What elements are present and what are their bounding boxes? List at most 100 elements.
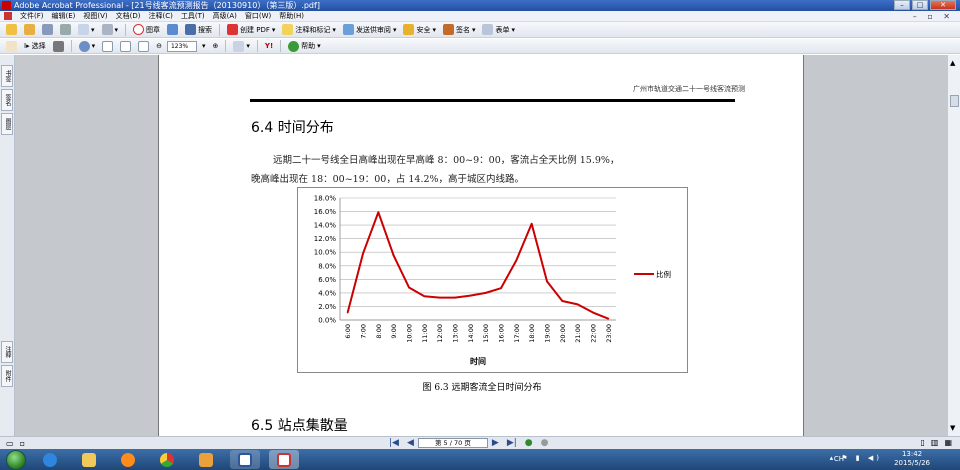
- organizer-button[interactable]: [22, 23, 37, 36]
- y-tick-label: 14.0%: [314, 222, 337, 230]
- menu-advanced[interactable]: 高级(A): [213, 11, 237, 21]
- menu-tools[interactable]: 工具(T): [181, 11, 205, 21]
- create-pdf-button[interactable]: 创建 PDF ▾: [225, 23, 277, 36]
- help-button[interactable]: 帮助 ▾: [286, 40, 323, 53]
- select-label: 选择: [31, 42, 46, 50]
- actual-size-button[interactable]: [100, 40, 115, 53]
- x-axis-title: 时间: [470, 356, 486, 366]
- menu-comments[interactable]: 注释(C): [149, 11, 173, 21]
- menu-view[interactable]: 视图(V): [83, 11, 107, 21]
- fit-page-button[interactable]: [118, 40, 133, 53]
- language-indicator[interactable]: CH: [834, 455, 844, 463]
- figure-caption: 图 6.3 远期客流全日时间分布: [422, 383, 542, 393]
- taskbar-media-player[interactable]: [113, 450, 143, 469]
- y-tick-label: 12.0%: [314, 235, 337, 243]
- next-view-button[interactable]: ●: [541, 438, 549, 448]
- printer-icon: [60, 24, 71, 35]
- menu-window[interactable]: 窗口(W): [245, 11, 271, 21]
- start-button[interactable]: [6, 449, 26, 470]
- sign-button[interactable]: 签名 ▾: [441, 23, 478, 36]
- previous-view-button[interactable]: ●: [525, 438, 533, 448]
- x-tick-label: 10:00: [406, 324, 414, 343]
- taskbar-word[interactable]: [230, 450, 260, 469]
- facing-layout-button[interactable]: ▦: [944, 438, 952, 447]
- menu-document[interactable]: 文档(D): [116, 11, 141, 21]
- menu-file[interactable]: 文件(F): [20, 11, 44, 21]
- zoom-tool-button[interactable]: ▾: [77, 40, 98, 53]
- layers-tab[interactable]: 图层: [1, 113, 13, 135]
- graphic-button[interactable]: 图章: [131, 23, 162, 36]
- x-tick-label: 23:00: [605, 324, 613, 343]
- zoom-in-button[interactable]: ⊕: [210, 40, 220, 53]
- find-button[interactable]: [165, 23, 180, 36]
- save-button[interactable]: [40, 23, 55, 36]
- single-page-layout-button[interactable]: ▯: [920, 438, 924, 447]
- y-tick-label: 0.0%: [318, 317, 336, 325]
- word-icon: [238, 452, 252, 467]
- minimize-button[interactable]: –: [894, 0, 910, 10]
- data-point: [454, 296, 456, 299]
- data-point: [346, 311, 349, 314]
- continuous-layout-button[interactable]: ▥: [931, 438, 939, 447]
- next-page-button[interactable]: ▶: [492, 438, 499, 448]
- taskbar-chrome[interactable]: [152, 450, 182, 469]
- rotate-button[interactable]: ▾: [231, 40, 252, 53]
- maximize-button[interactable]: □: [912, 0, 928, 10]
- zoom-out-icon: ⊖: [156, 42, 162, 50]
- data-point: [500, 287, 502, 290]
- send-for-review-button[interactable]: 发送供审阅 ▾: [341, 23, 399, 36]
- fit-width-button[interactable]: [136, 40, 151, 53]
- menu-help[interactable]: 帮助(H): [279, 11, 304, 21]
- window-title-bar: Adobe Acrobat Professional - [21号线客流预测报告…: [0, 0, 960, 11]
- magnifier-icon: [78, 40, 90, 52]
- taskbar-ie[interactable]: [35, 450, 65, 469]
- save-icon: [42, 24, 53, 35]
- zoom-level-field[interactable]: 123%: [166, 40, 197, 52]
- bookmarks-tab[interactable]: 书签: [1, 65, 13, 87]
- windows-taskbar: ▴ ⚑ ▮ ◀) CH 13:42 2015/5/26: [0, 449, 960, 470]
- search-button[interactable]: 搜索: [183, 23, 214, 36]
- taskbar-acrobat[interactable]: [269, 450, 299, 469]
- attach-button[interactable]: ▾: [100, 23, 121, 36]
- print-button[interactable]: [58, 23, 73, 36]
- comment-markup-button[interactable]: 注释和标记 ▾: [280, 23, 338, 36]
- vertical-scrollbar[interactable]: ▲ ▼: [947, 55, 960, 436]
- main-toolbar: ▾ ▾ 图章 搜索 创建 PDF ▾ 注释和标记 ▾ 发送供审阅 ▾ 安全 ▾ 签名 ▾ …: [0, 22, 960, 38]
- hand-tool-button[interactable]: [4, 40, 19, 53]
- attachments-tab[interactable]: 附件: [1, 365, 13, 387]
- ie-icon: [43, 452, 57, 467]
- first-page-button[interactable]: |◀: [389, 438, 399, 448]
- select-tool-button[interactable]: I▸ 选择: [22, 40, 48, 53]
- x-tick-label: 7:00: [360, 324, 368, 339]
- pen-icon: [442, 24, 454, 35]
- menu-edit[interactable]: 编辑(E): [52, 11, 76, 21]
- signatures-tab[interactable]: 签名: [1, 89, 13, 111]
- document-viewport[interactable]: 广州市轨道交通二十一号线客流预测 6.4 时间分布 远期二十一号线全日高峰出现在…: [15, 55, 947, 436]
- open-button[interactable]: [4, 23, 19, 36]
- x-tick-label: 22:00: [590, 324, 598, 343]
- scroll-up-arrow[interactable]: ▲: [950, 59, 955, 67]
- comments-tab[interactable]: 注释: [1, 341, 13, 363]
- x-tick-label: 17:00: [513, 324, 521, 343]
- clock[interactable]: 13:42 2015/5/26: [894, 450, 930, 468]
- close-button[interactable]: ✕: [930, 0, 956, 10]
- zoom-out-button[interactable]: ⊖: [154, 40, 164, 53]
- acrobat-icon: [277, 452, 291, 467]
- secure-button[interactable]: 安全 ▾: [401, 23, 438, 36]
- previous-page-button[interactable]: ◀: [407, 438, 414, 448]
- x-tick-label: 14:00: [467, 324, 475, 343]
- email-button[interactable]: ▾: [76, 23, 97, 36]
- last-page-button[interactable]: ▶|: [507, 438, 517, 448]
- taskbar-explorer[interactable]: [74, 450, 104, 469]
- scroll-thumb[interactable]: [950, 95, 959, 107]
- zoom-dropdown[interactable]: ▾: [200, 40, 208, 53]
- graphic-label: 图章: [146, 25, 161, 34]
- data-point: [515, 259, 518, 262]
- forms-button[interactable]: 表单 ▾: [480, 23, 517, 36]
- taskbar-outlook[interactable]: [191, 450, 221, 469]
- document-window-controls[interactable]: – ▫ ✕: [913, 12, 954, 21]
- page-number-field[interactable]: 第 5 / 70 页: [417, 438, 488, 448]
- scroll-down-arrow[interactable]: ▼: [950, 424, 955, 432]
- snapshot-button[interactable]: [51, 40, 66, 53]
- yahoo-button[interactable]: Y!: [263, 40, 275, 53]
